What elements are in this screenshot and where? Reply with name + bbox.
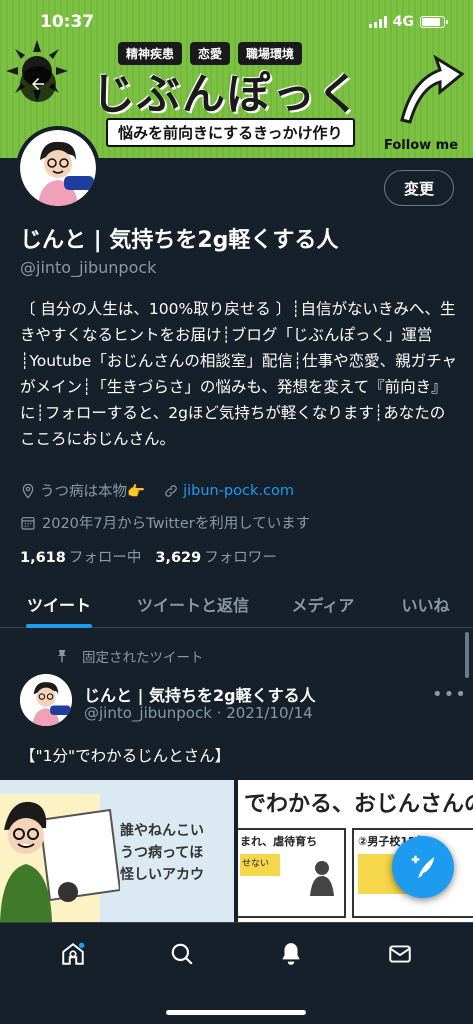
signal-icon: [368, 16, 387, 28]
more-options-icon[interactable]: •••: [432, 684, 467, 705]
nav-home[interactable]: [53, 934, 93, 974]
profile-location: うつ病は本物👉: [40, 484, 146, 500]
following-label: フォロー中: [68, 550, 142, 566]
profile-tabs: ツイート ツイートと返信 メディア いいね: [0, 580, 473, 628]
media-1-caption: 誰やねんこい うつ病ってほ 怪しいアカウ: [120, 823, 204, 883]
figure-illustration: [310, 861, 334, 896]
avatar-illustration: [20, 674, 72, 726]
home-indicator[interactable]: [166, 1010, 306, 1015]
banner-follow-text: Follow me: [384, 138, 459, 153]
pin-icon: [58, 650, 66, 663]
home-icon: [61, 942, 84, 965]
compose-tweet-button[interactable]: [392, 836, 454, 898]
arrow-illustration: [400, 54, 465, 124]
following-link[interactable]: 1,618 フォロー中: [20, 546, 141, 567]
scrollbar[interactable]: [465, 632, 469, 678]
back-button[interactable]: [20, 66, 56, 102]
profile-bio: 〔 自分の人生は、100%取り戻せる 〕┊自信がないきみへ、生きやすくなるヒント…: [20, 300, 458, 448]
followers-link[interactable]: 3,629 フォロワー: [155, 546, 276, 567]
status-time: 10:37: [40, 12, 95, 32]
profile-avatar[interactable]: [16, 126, 100, 210]
media-2-heading: でわかる、おじんさんの: [244, 792, 473, 817]
calendar-icon: [21, 516, 35, 530]
tweet-author-name[interactable]: じんと | 気持ちを2g軽くする人: [84, 682, 316, 706]
tweet-text: 【"1分"でわかるじんとさん】: [20, 747, 231, 765]
link-icon: [165, 484, 177, 497]
profile-joined: 2020年7月からTwitterを利用しています: [20, 512, 310, 533]
bottom-navigation: [0, 922, 473, 1024]
nav-search[interactable]: [162, 934, 202, 974]
profile-handle: @jinto_jibunpock: [20, 258, 157, 277]
tab-tweets-and-replies[interactable]: ツイートと返信: [118, 580, 268, 627]
profile-meta: うつ病は本物👉 jibun-pock.com: [20, 480, 294, 501]
following-count: 1,618: [20, 550, 66, 566]
messages-icon: [389, 945, 412, 963]
media-image-1[interactable]: 誰やねんこい うつ病ってほ 怪しいアカウ: [0, 780, 234, 922]
arrow-left-icon: [32, 78, 44, 90]
network-label: 4G: [392, 14, 414, 30]
media-2-box-1: まれ、虐待育ち せない: [238, 828, 346, 918]
character-illustration: [0, 794, 120, 922]
status-bar: 10:37 4G: [0, 0, 473, 44]
search-icon: [171, 943, 193, 965]
follow-counts: 1,618 フォロー中 3,629 フォロワー: [20, 546, 277, 567]
edit-profile-button[interactable]: 変更: [384, 170, 454, 206]
notifications-icon: [282, 943, 300, 965]
tweet-avatar[interactable]: [20, 674, 72, 726]
battery-icon: [420, 16, 448, 28]
nav-messages[interactable]: [380, 934, 420, 974]
tab-likes[interactable]: いいね: [378, 580, 473, 627]
tweet-handle-date: @jinto_jibunpock · 2021/10/14: [84, 704, 313, 722]
feather-plus-icon: [411, 855, 435, 879]
followers-label: フォロワー: [204, 550, 277, 566]
joined-date: 2020年7月からTwitterを利用しています: [42, 516, 311, 532]
followers-count: 3,629: [155, 550, 202, 566]
tab-tweets[interactable]: ツイート: [0, 580, 118, 628]
banner-title: じぶんぽっく: [92, 70, 362, 120]
display-name: じんと | 気持ちを2g軽くする人: [20, 228, 339, 253]
pinned-label: 固定されたツイート: [82, 650, 204, 666]
pinned-indicator: 固定されたツイート: [54, 646, 204, 666]
tab-media[interactable]: メディア: [268, 580, 378, 627]
avatar-illustration: [20, 130, 96, 206]
nav-notifications[interactable]: [271, 934, 311, 974]
profile-website-link[interactable]: jibun-pock.com: [183, 483, 294, 499]
banner-subtitle: 悩みを前向きにするきっかけ作り: [106, 118, 355, 147]
location-icon: [22, 483, 34, 499]
